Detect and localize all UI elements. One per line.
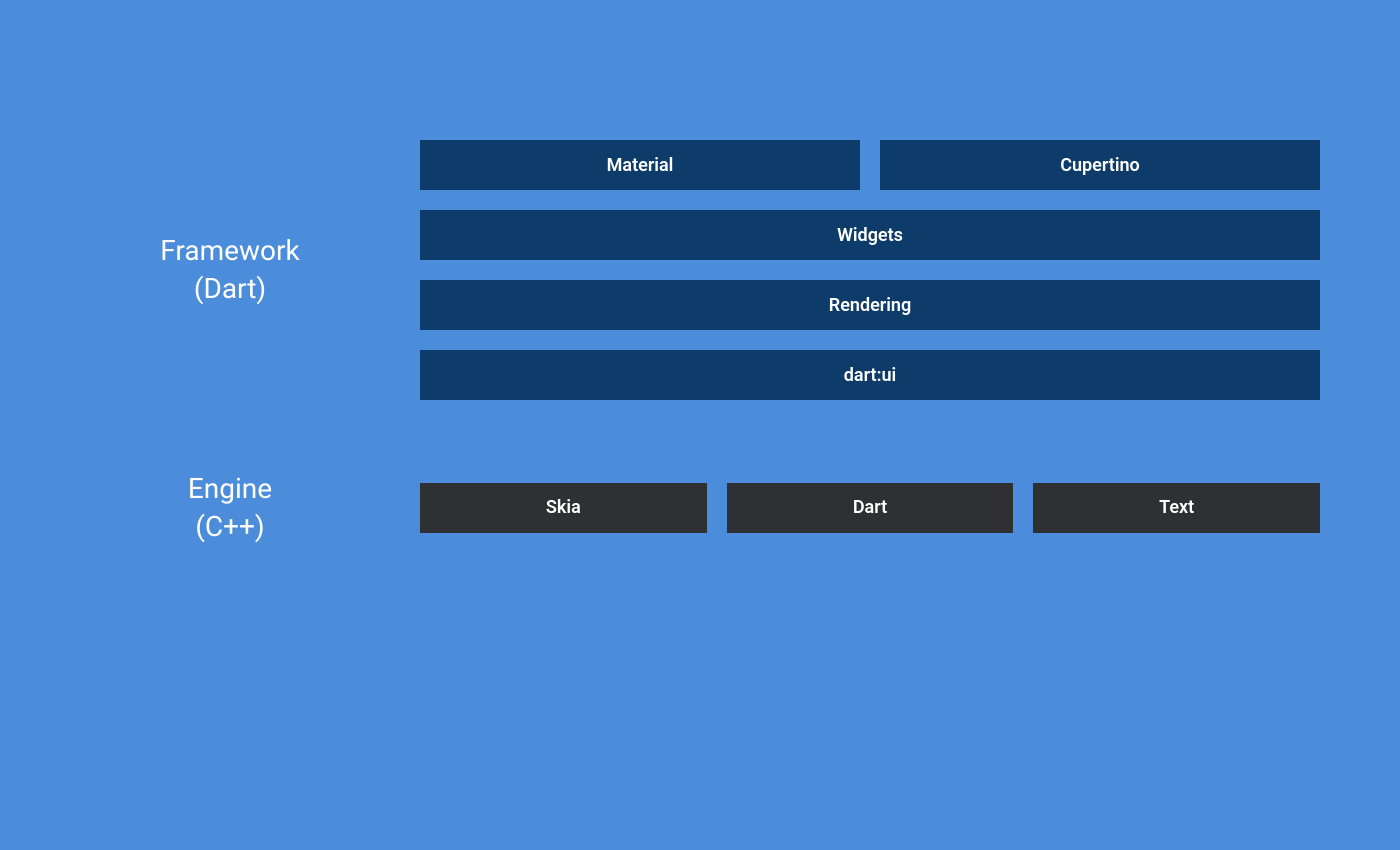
framework-label: Framework (Dart) xyxy=(80,232,380,308)
layer-dart-ui: dart:ui xyxy=(420,350,1320,400)
layer-widgets: Widgets xyxy=(420,210,1320,260)
engine-label: Engine (C++) xyxy=(80,470,380,546)
layer-skia: Skia xyxy=(420,483,707,533)
framework-row-widgets: Widgets xyxy=(420,210,1320,260)
layer-material: Material xyxy=(420,140,860,190)
framework-row-rendering: Rendering xyxy=(420,280,1320,330)
framework-label-line1: Framework xyxy=(80,232,380,270)
engine-label-line2: (C++) xyxy=(80,508,380,546)
framework-content: Material Cupertino Widgets Rendering dar… xyxy=(420,140,1320,400)
framework-label-line2: (Dart) xyxy=(80,270,380,308)
layer-text: Text xyxy=(1033,483,1320,533)
layer-rendering: Rendering xyxy=(420,280,1320,330)
layer-dart: Dart xyxy=(727,483,1014,533)
framework-row-top: Material Cupertino xyxy=(420,140,1320,190)
framework-row-dartui: dart:ui xyxy=(420,350,1320,400)
layer-cupertino: Cupertino xyxy=(880,140,1320,190)
engine-section: Engine (C++) Skia Dart Text xyxy=(80,470,1320,546)
engine-row: Skia Dart Text xyxy=(420,483,1320,533)
engine-label-line1: Engine xyxy=(80,470,380,508)
framework-section: Framework (Dart) Material Cupertino Widg… xyxy=(80,140,1320,400)
engine-content: Skia Dart Text xyxy=(420,483,1320,533)
